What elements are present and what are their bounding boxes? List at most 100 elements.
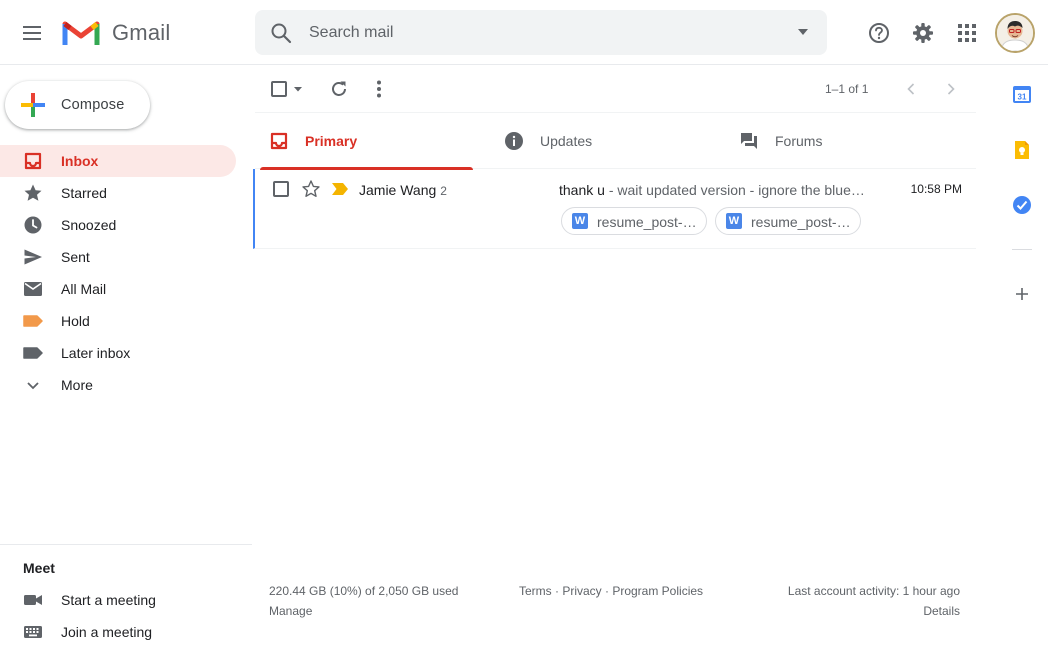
importance-marker-icon[interactable] — [331, 181, 349, 197]
clock-icon — [23, 215, 43, 235]
info-icon — [505, 132, 523, 150]
star-icon — [23, 183, 43, 203]
sidebar-item-inbox[interactable]: Inbox — [0, 145, 236, 177]
sidebar-item-snoozed[interactable]: Snoozed — [0, 209, 236, 241]
label-icon — [23, 343, 43, 363]
compose-label: Compose — [61, 97, 125, 113]
apps-grid-icon — [958, 24, 976, 42]
sidebar-item-all-mail[interactable]: All Mail — [0, 273, 236, 305]
email-snippet: - wait updated version - ignore the blue… — [604, 182, 865, 198]
compose-button[interactable]: Compose — [5, 81, 150, 129]
sidebar-item-hold[interactable]: Hold — [0, 305, 236, 337]
gmail-m-icon — [62, 21, 100, 45]
side-panel: 31 — [996, 65, 1048, 664]
select-all-checkbox[interactable] — [271, 81, 287, 97]
star-outline-icon[interactable] — [301, 179, 321, 199]
help-icon — [869, 23, 889, 43]
thread-count: 2 — [440, 184, 447, 198]
search-input[interactable] — [309, 10, 769, 55]
gear-icon — [913, 23, 933, 43]
tab-label: Updates — [540, 133, 593, 149]
hamburger-icon — [23, 26, 41, 40]
settings-button[interactable] — [903, 13, 943, 53]
account-avatar[interactable] — [995, 13, 1035, 53]
manage-storage-link[interactable]: Manage — [269, 604, 312, 618]
sidebar-item-label: Starred — [61, 185, 107, 201]
search-bar — [255, 10, 827, 55]
sender-name: Jamie Wang — [359, 182, 437, 198]
meet-section: Meet Start a meeting Join a meeting — [0, 544, 252, 640]
google-apps-button[interactable] — [947, 13, 987, 53]
compose-plus-icon — [21, 93, 45, 117]
attachment-chip[interactable]: W resume_post-… — [715, 207, 861, 235]
word-doc-icon: W — [572, 213, 588, 229]
keyboard-icon — [24, 626, 42, 638]
sidebar-nav: Inbox Starred Snoozed Sent All Mail Hold — [0, 145, 236, 401]
sidebar-item-label: Sent — [61, 249, 90, 265]
email-subject: thank u — [559, 182, 605, 198]
tab-forums[interactable]: Forums — [725, 113, 961, 169]
policy-links[interactable]: Terms · Privacy · Program Policies — [519, 584, 703, 598]
attachment-name: resume_post-… — [751, 214, 851, 230]
support-button[interactable] — [859, 13, 899, 53]
sidebar-item-label: All Mail — [61, 281, 107, 297]
select-options-caret-icon[interactable] — [293, 84, 303, 94]
side-panel-divider — [1012, 249, 1032, 250]
sidebar-item-starred[interactable]: Starred — [0, 177, 236, 209]
refresh-icon[interactable] — [327, 77, 351, 101]
email-subject-line: thank u - wait updated version - ignore … — [559, 182, 869, 198]
meet-title: Meet — [23, 560, 55, 576]
storage-usage: 220.44 GB (10%) of 2,050 GB used — [269, 584, 459, 598]
attachment-name: resume_post-… — [597, 214, 697, 230]
search-options-caret-icon[interactable] — [795, 24, 811, 40]
last-activity: Last account activity: 1 hour ago — [787, 584, 960, 598]
inbox-icon — [23, 151, 43, 171]
join-meeting-button[interactable]: Join a meeting — [0, 616, 240, 648]
calendar-icon[interactable]: 31 — [1012, 84, 1032, 104]
calendar-date: 31 — [1018, 93, 1027, 102]
word-doc-icon: W — [726, 213, 742, 229]
email-row[interactable]: Jamie Wang 2 thank u - wait updated versi… — [253, 169, 976, 249]
pagination-label: 1–1 of 1 — [825, 82, 869, 96]
keep-icon[interactable] — [1012, 140, 1032, 160]
attachment-chip[interactable]: W resume_post-… — [561, 207, 707, 235]
email-select-checkbox[interactable] — [273, 181, 289, 197]
label-icon — [23, 311, 43, 331]
app-name: Gmail — [112, 20, 171, 45]
email-time: 10:58 PM — [910, 182, 962, 196]
sidebar-item-sent[interactable]: Sent — [0, 241, 236, 273]
mail-footer: 220.44 GB (10%) of 2,050 GB used Manage … — [255, 584, 976, 624]
sidebar-item-label: Inbox — [61, 153, 99, 169]
sidebar-item-label: Hold — [61, 313, 90, 329]
tab-primary[interactable]: Primary — [255, 113, 491, 170]
sidebar-item-later-inbox[interactable]: Later inbox — [0, 337, 236, 369]
main-menu-button[interactable] — [12, 13, 52, 53]
chevron-left-icon[interactable] — [901, 79, 921, 99]
app-header: Gmail — [0, 0, 1048, 65]
sidebar-item-label: Snoozed — [61, 217, 117, 233]
mail-icon — [23, 279, 43, 299]
more-vert-icon[interactable] — [367, 77, 391, 101]
add-icon[interactable] — [1012, 284, 1032, 304]
sidebar-item-more[interactable]: More — [0, 369, 236, 401]
sidebar-item-label: Later inbox — [61, 345, 131, 361]
gmail-logo[interactable]: Gmail — [62, 17, 170, 49]
forum-icon — [741, 133, 757, 149]
tab-updates[interactable]: Updates — [490, 113, 726, 169]
join-meeting-label: Join a meeting — [61, 624, 153, 640]
email-sender: Jamie Wang 2 — [359, 182, 447, 198]
tasks-icon[interactable] — [1012, 195, 1032, 215]
sidebar-item-label: More — [61, 377, 93, 393]
chevron-right-icon[interactable] — [941, 79, 961, 99]
video-icon — [24, 595, 42, 605]
category-tabs: Primary Updates Forums — [255, 113, 976, 170]
tab-label: Forums — [775, 133, 823, 149]
tab-label: Primary — [305, 133, 358, 149]
search-icon[interactable] — [269, 21, 293, 45]
chevron-down-icon — [23, 375, 43, 395]
start-meeting-button[interactable]: Start a meeting — [0, 584, 240, 616]
inbox-icon — [270, 132, 288, 150]
start-meeting-label: Start a meeting — [61, 592, 156, 608]
activity-details-link[interactable]: Details — [923, 604, 960, 618]
mail-toolbar: 1–1 of 1 — [255, 65, 976, 113]
